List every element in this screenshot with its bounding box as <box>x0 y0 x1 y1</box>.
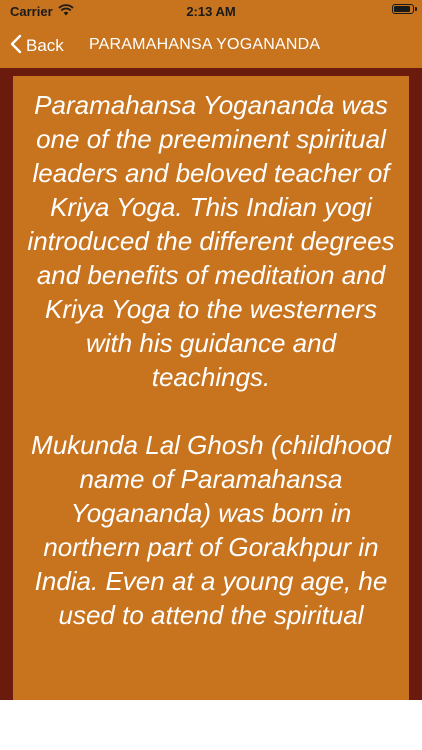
chevron-left-icon <box>10 34 22 59</box>
status-time: 2:13 AM <box>186 4 236 19</box>
article-paragraph: Mukunda Lal Ghosh (childhood name of Par… <box>31 430 391 630</box>
battery-outline <box>392 4 417 14</box>
page-title: PARAMAHANSA YOGANANDA <box>89 36 321 53</box>
article-paragraph: Paramahansa Yogananda was one of the pre… <box>27 90 395 392</box>
battery-fill <box>394 6 410 12</box>
content-frame: Paramahansa Yogananda was one of the pre… <box>0 68 422 700</box>
nav-bar: Back PARAMAHANSA YOGANANDA <box>0 24 422 68</box>
article-body: Paramahansa Yogananda was one of the pre… <box>13 76 409 632</box>
app-screen: Carrier 2:13 AM Back PARAMAHANSA YOGANAN… <box>0 0 422 700</box>
article-scroll-view[interactable]: Paramahansa Yogananda was one of the pre… <box>13 76 409 700</box>
back-button[interactable]: Back <box>10 32 64 60</box>
back-label: Back <box>26 36 64 55</box>
battery-icon <box>392 4 417 14</box>
status-bar: Carrier 2:13 AM <box>0 0 422 24</box>
